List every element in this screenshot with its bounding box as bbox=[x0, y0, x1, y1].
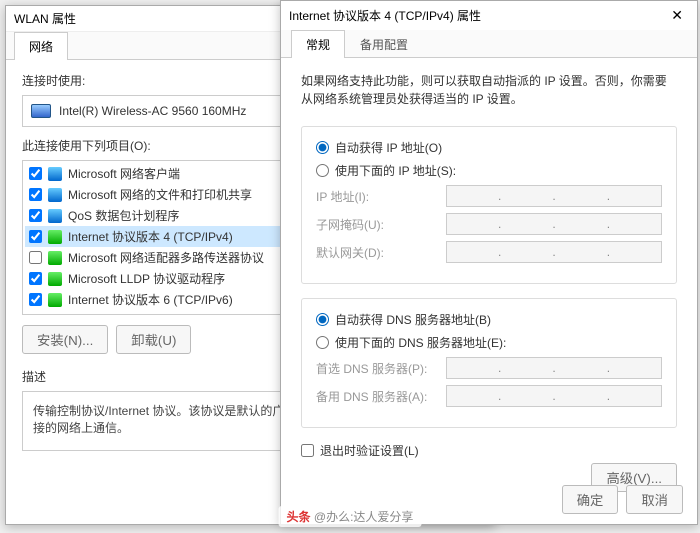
item-checkbox[interactable] bbox=[29, 188, 42, 201]
subnet-mask-label: 子网掩码(U): bbox=[316, 216, 446, 233]
gateway-field: 默认网关(D): ... bbox=[316, 241, 662, 263]
radio-manual-ip-row[interactable]: 使用下面的 IP 地址(S): bbox=[316, 162, 662, 179]
item-checkbox[interactable] bbox=[29, 230, 42, 243]
gateway-label: 默认网关(D): bbox=[316, 244, 446, 261]
protocol-icon bbox=[48, 272, 62, 286]
ipv4-title: Internet 协议版本 4 (TCP/IPv4) 属性 bbox=[289, 7, 481, 24]
protocol-icon bbox=[48, 314, 62, 316]
item-checkbox[interactable] bbox=[29, 251, 42, 264]
item-label: Internet 协议版本 6 (TCP/IPv6) bbox=[68, 291, 233, 308]
client-icon bbox=[48, 167, 62, 181]
protocol-icon bbox=[48, 251, 62, 265]
item-label: Microsoft 网络的文件和打印机共享 bbox=[68, 186, 252, 203]
tab-general[interactable]: 常规 bbox=[291, 30, 345, 58]
watermark-prefix: 头条 bbox=[287, 510, 311, 524]
close-icon[interactable]: ✕ bbox=[665, 7, 689, 24]
nic-icon bbox=[31, 104, 51, 118]
item-label: Internet 协议版本 4 (TCP/IPv4) bbox=[68, 228, 233, 245]
item-checkbox[interactable] bbox=[29, 167, 42, 180]
wlan-title: WLAN 属性 bbox=[14, 10, 76, 27]
item-checkbox[interactable] bbox=[29, 293, 42, 306]
ip-address-label: IP 地址(I): bbox=[316, 188, 446, 205]
watermark-text: @办么:达人爱分享 bbox=[314, 510, 414, 524]
radio-manual-ip-label: 使用下面的 IP 地址(S): bbox=[335, 162, 456, 179]
protocol-icon bbox=[48, 230, 62, 244]
radio-manual-ip[interactable] bbox=[316, 164, 329, 177]
ipv4-dialog-buttons: 确定 取消 bbox=[562, 485, 683, 514]
item-checkbox[interactable] bbox=[29, 272, 42, 285]
watermark: 头条 @办么:达人爱分享 bbox=[279, 506, 422, 527]
radio-auto-ip-label: 自动获得 IP 地址(O) bbox=[335, 139, 442, 156]
item-checkbox[interactable] bbox=[29, 314, 42, 315]
item-checkbox[interactable] bbox=[29, 209, 42, 222]
item-label: 链路层拓扑发现响应程序 bbox=[68, 312, 200, 315]
ipv4-ok-button[interactable]: 确定 bbox=[562, 485, 619, 514]
uninstall-button[interactable]: 卸载(U) bbox=[116, 325, 191, 354]
subnet-mask-input: ... bbox=[446, 213, 662, 235]
radio-auto-dns[interactable] bbox=[316, 313, 329, 326]
dns-group: 自动获得 DNS 服务器地址(B) 使用下面的 DNS 服务器地址(E): 首选… bbox=[301, 298, 677, 428]
validate-on-exit-row[interactable]: 退出时验证设置(L) bbox=[301, 442, 677, 459]
ip-group: 自动获得 IP 地址(O) 使用下面的 IP 地址(S): IP 地址(I): … bbox=[301, 126, 677, 284]
dns2-field: 备用 DNS 服务器(A): ... bbox=[316, 385, 662, 407]
protocol-icon bbox=[48, 293, 62, 307]
install-button[interactable]: 安装(N)... bbox=[22, 325, 108, 354]
radio-auto-ip-row[interactable]: 自动获得 IP 地址(O) bbox=[316, 139, 662, 156]
ipv4-titlebar: Internet 协议版本 4 (TCP/IPv4) 属性 ✕ bbox=[281, 1, 697, 30]
item-label: Microsoft LLDP 协议驱动程序 bbox=[68, 270, 225, 287]
tab-network[interactable]: 网络 bbox=[14, 32, 68, 60]
adapter-name: Intel(R) Wireless-AC 9560 160MHz bbox=[59, 104, 246, 118]
tab-alt-config[interactable]: 备用配置 bbox=[345, 30, 423, 58]
dns1-field: 首选 DNS 服务器(P): ... bbox=[316, 357, 662, 379]
radio-manual-dns-row[interactable]: 使用下面的 DNS 服务器地址(E): bbox=[316, 334, 662, 351]
ip-address-field: IP 地址(I): ... bbox=[316, 185, 662, 207]
radio-manual-dns[interactable] bbox=[316, 336, 329, 349]
item-label: QoS 数据包计划程序 bbox=[68, 207, 179, 224]
ipv4-tabstrip: 常规 备用配置 bbox=[281, 30, 697, 58]
validate-on-exit-label: 退出时验证设置(L) bbox=[320, 442, 419, 459]
gateway-input: ... bbox=[446, 241, 662, 263]
subnet-mask-field: 子网掩码(U): ... bbox=[316, 213, 662, 235]
client-icon bbox=[48, 209, 62, 223]
ipv4-body: 如果网络支持此功能，则可以获取自动指派的 IP 设置。否则，你需要从网络系统管理… bbox=[281, 58, 697, 506]
radio-manual-dns-label: 使用下面的 DNS 服务器地址(E): bbox=[335, 334, 506, 351]
ipv4-cancel-button[interactable]: 取消 bbox=[626, 485, 683, 514]
client-icon bbox=[48, 188, 62, 202]
ipv4-properties-window: Internet 协议版本 4 (TCP/IPv4) 属性 ✕ 常规 备用配置 … bbox=[280, 0, 698, 525]
item-label: Microsoft 网络适配器多路传送器协议 bbox=[68, 249, 264, 266]
ip-address-input: ... bbox=[446, 185, 662, 207]
radio-auto-ip[interactable] bbox=[316, 141, 329, 154]
radio-auto-dns-row[interactable]: 自动获得 DNS 服务器地址(B) bbox=[316, 311, 662, 328]
dns2-input: ... bbox=[446, 385, 662, 407]
radio-auto-dns-label: 自动获得 DNS 服务器地址(B) bbox=[335, 311, 491, 328]
dns2-label: 备用 DNS 服务器(A): bbox=[316, 388, 446, 405]
item-label: Microsoft 网络客户端 bbox=[68, 165, 180, 182]
validate-on-exit-checkbox[interactable] bbox=[301, 444, 314, 457]
dns1-input: ... bbox=[446, 357, 662, 379]
dns1-label: 首选 DNS 服务器(P): bbox=[316, 360, 446, 377]
intro-text: 如果网络支持此功能，则可以获取自动指派的 IP 设置。否则，你需要从网络系统管理… bbox=[301, 72, 677, 108]
